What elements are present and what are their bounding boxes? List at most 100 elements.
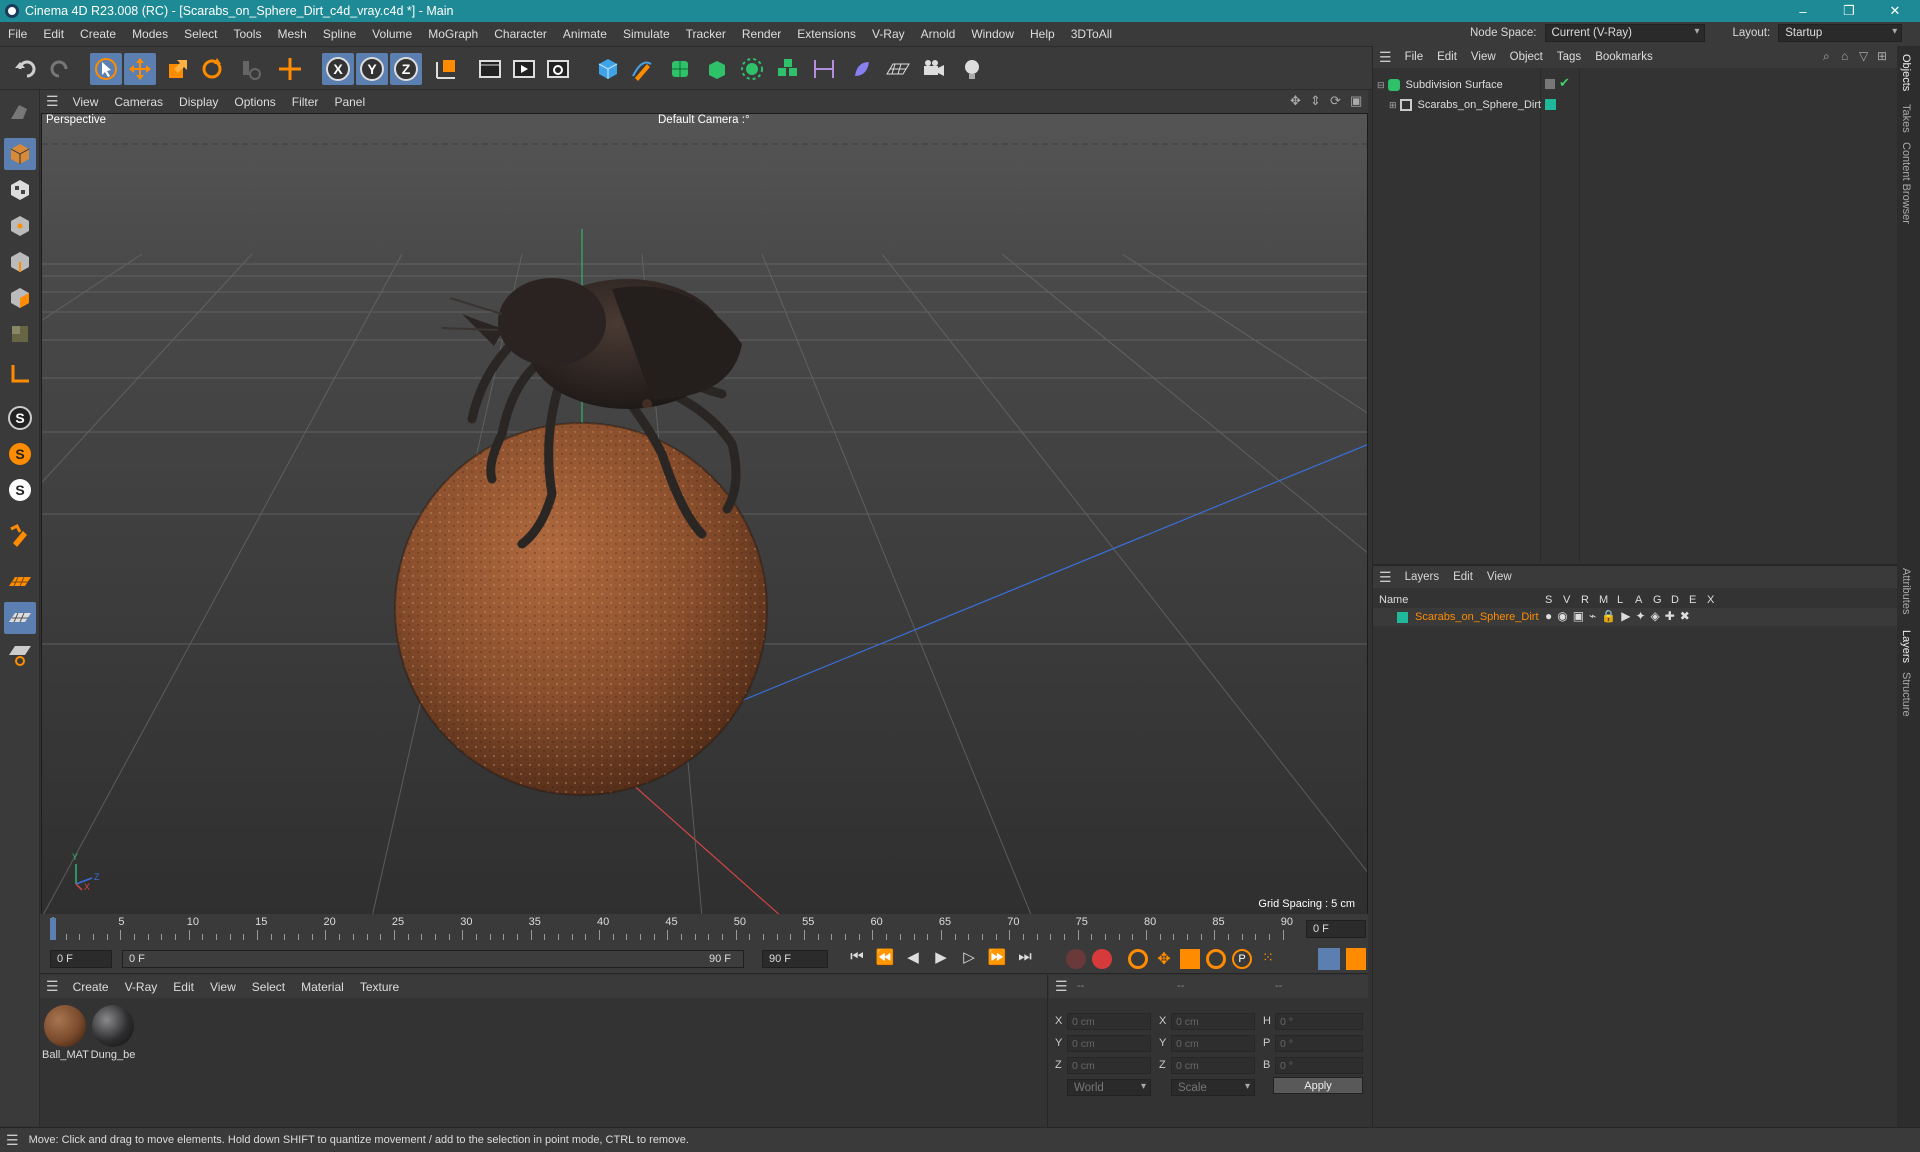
new-panel-icon[interactable]: ⊞ bbox=[1877, 49, 1887, 63]
menu-select[interactable]: Select bbox=[176, 27, 225, 41]
camera-label[interactable]: Default Camera :° bbox=[658, 114, 750, 126]
material-menu-edit[interactable]: Edit bbox=[165, 980, 202, 994]
menu-extensions[interactable]: Extensions bbox=[789, 27, 864, 41]
menu-modes[interactable]: Modes bbox=[124, 27, 176, 41]
pos-x-field[interactable]: 0 cm bbox=[1067, 1013, 1151, 1030]
previous-frame-icon[interactable]: ◀ bbox=[902, 948, 924, 966]
undo-icon[interactable] bbox=[10, 53, 42, 85]
layer-menu-view[interactable]: View bbox=[1480, 571, 1519, 583]
soft-selection-icon[interactable]: S bbox=[4, 438, 36, 470]
start-frame-field[interactable]: 0 F bbox=[50, 950, 112, 968]
expand-icon[interactable]: ⊞ bbox=[1389, 100, 1397, 111]
sculpt-icon[interactable]: S bbox=[4, 474, 36, 506]
tab-content-browser[interactable]: Content Browser bbox=[1900, 142, 1912, 224]
filter-icon[interactable]: ▽ bbox=[1859, 49, 1868, 63]
next-key-icon[interactable]: ⏩ bbox=[986, 948, 1008, 966]
material-menu-create[interactable]: Create bbox=[65, 980, 117, 994]
keyframe-selection-icon[interactable] bbox=[1128, 949, 1148, 969]
viewport-zoom-icon[interactable]: ⇕ bbox=[1310, 93, 1321, 109]
home-icon[interactable]: ⌂ bbox=[1841, 49, 1848, 63]
material-menu-texture[interactable]: Texture bbox=[352, 980, 407, 994]
symmetry-icon[interactable] bbox=[808, 53, 840, 85]
pen-icon[interactable] bbox=[626, 53, 658, 85]
menu-help[interactable]: Help bbox=[1022, 27, 1063, 41]
object-menu-file[interactable]: File bbox=[1398, 51, 1431, 63]
render-settings-icon[interactable] bbox=[542, 53, 574, 85]
y-axis-icon[interactable]: Y bbox=[356, 53, 388, 85]
layer-menu-edit[interactable]: Edit bbox=[1446, 571, 1480, 583]
restore-button[interactable]: ❐ bbox=[1826, 0, 1872, 22]
viewport-maximize-icon[interactable]: ▣ bbox=[1350, 93, 1362, 109]
menu-mesh[interactable]: Mesh bbox=[269, 27, 314, 41]
key-rotation-icon[interactable] bbox=[1206, 949, 1226, 969]
layer-color-tag-icon[interactable] bbox=[1545, 99, 1556, 110]
enable-check-icon[interactable]: ✔ bbox=[1559, 75, 1570, 91]
material-menu-material[interactable]: Material bbox=[293, 980, 352, 994]
3d-viewport[interactable]: Perspective Default Camera :° Grid Spaci… bbox=[41, 113, 1368, 916]
material-menu-select[interactable]: Select bbox=[244, 980, 293, 994]
menu-spline[interactable]: Spline bbox=[315, 27, 364, 41]
hamburger-icon[interactable]: ☰ bbox=[1055, 978, 1068, 995]
end-frame-field[interactable]: 90 F bbox=[762, 950, 828, 968]
create-object-icon[interactable] bbox=[274, 53, 306, 85]
viewport-menu-cameras[interactable]: Cameras bbox=[106, 95, 171, 109]
current-frame-field[interactable]: 0 F bbox=[1306, 920, 1366, 938]
layer-color-swatch[interactable] bbox=[1397, 612, 1408, 623]
x-axis-icon[interactable]: X bbox=[322, 53, 354, 85]
menu-create[interactable]: Create bbox=[72, 27, 124, 41]
menu-animate[interactable]: Animate bbox=[555, 27, 615, 41]
tab-structure[interactable]: Structure bbox=[1900, 672, 1912, 717]
cloner-icon[interactable] bbox=[736, 53, 768, 85]
apply-button[interactable]: Apply bbox=[1273, 1077, 1363, 1094]
viewport-menu-filter[interactable]: Filter bbox=[284, 95, 327, 109]
tab-attributes[interactable]: Attributes bbox=[1900, 568, 1912, 614]
size-z-field[interactable]: 0 cm bbox=[1171, 1057, 1255, 1074]
object-row-subdivision-surface[interactable]: ⊟ Subdivision Surface bbox=[1377, 76, 1503, 94]
rotate-icon[interactable] bbox=[196, 53, 228, 85]
key-position-icon[interactable]: ✥ bbox=[1154, 949, 1174, 969]
go-to-end-icon[interactable]: ⏭ bbox=[1014, 948, 1036, 966]
layer-menu-layers[interactable]: Layers bbox=[1398, 571, 1447, 583]
material-swatch[interactable]: Dung_be bbox=[90, 1005, 136, 1061]
material-menu-vray[interactable]: V-Ray bbox=[117, 980, 166, 994]
autokey-icon[interactable] bbox=[1092, 949, 1112, 969]
menu-tracker[interactable]: Tracker bbox=[678, 27, 734, 41]
coordinate-mode-dropdown[interactable]: World bbox=[1067, 1079, 1151, 1096]
key-scale-icon[interactable] bbox=[1180, 949, 1200, 969]
floor-icon[interactable] bbox=[882, 53, 914, 85]
hamburger-icon[interactable]: ☰ bbox=[1379, 569, 1392, 586]
viewport-menu-options[interactable]: Options bbox=[226, 95, 283, 109]
size-mode-dropdown[interactable]: Scale bbox=[1171, 1079, 1255, 1096]
cube-icon[interactable] bbox=[592, 53, 624, 85]
light-icon[interactable] bbox=[956, 53, 988, 85]
magnet-icon[interactable] bbox=[4, 520, 36, 552]
viewport-rotate-icon[interactable]: ⟳ bbox=[1330, 93, 1341, 109]
key-parameter-icon[interactable]: P bbox=[1232, 949, 1252, 969]
workplane-icon[interactable] bbox=[4, 566, 36, 598]
object-menu-tags[interactable]: Tags bbox=[1550, 51, 1588, 63]
object-menu-object[interactable]: Object bbox=[1503, 51, 1550, 63]
menu-edit[interactable]: Edit bbox=[35, 27, 72, 41]
material-swatch[interactable]: Ball_MAT bbox=[42, 1005, 89, 1061]
rot-p-field[interactable]: 0 ° bbox=[1275, 1035, 1363, 1052]
object-menu-bookmarks[interactable]: Bookmarks bbox=[1588, 51, 1660, 63]
make-editable-icon[interactable] bbox=[4, 96, 36, 128]
go-to-start-icon[interactable]: ⏮ bbox=[846, 948, 868, 966]
redo-icon[interactable] bbox=[44, 53, 76, 85]
hamburger-icon[interactable]: ☰ bbox=[6, 1132, 19, 1149]
layer-toggle-icons[interactable]: ●◉▣⌁🔒▶✦◈✚✖ bbox=[1545, 609, 1695, 623]
visibility-dots-icon[interactable] bbox=[1545, 79, 1555, 89]
array-icon[interactable] bbox=[772, 53, 804, 85]
search-icon[interactable]: ⌕ bbox=[1823, 49, 1830, 64]
viewport-menu-panel[interactable]: Panel bbox=[326, 95, 373, 109]
edge-mode-icon[interactable] bbox=[4, 246, 36, 278]
coordinate-system-icon[interactable] bbox=[430, 53, 462, 85]
menu-mograph[interactable]: MoGraph bbox=[420, 27, 486, 41]
tab-layers[interactable]: Layers bbox=[1900, 630, 1912, 663]
tab-takes[interactable]: Takes bbox=[1900, 104, 1912, 133]
frame-range-slider[interactable]: 0 F 90 F bbox=[122, 950, 744, 968]
menu-arnold[interactable]: Arnold bbox=[913, 27, 964, 41]
close-button[interactable]: ✕ bbox=[1872, 0, 1918, 22]
z-axis-icon[interactable]: Z bbox=[390, 53, 422, 85]
move-icon[interactable] bbox=[124, 53, 156, 85]
